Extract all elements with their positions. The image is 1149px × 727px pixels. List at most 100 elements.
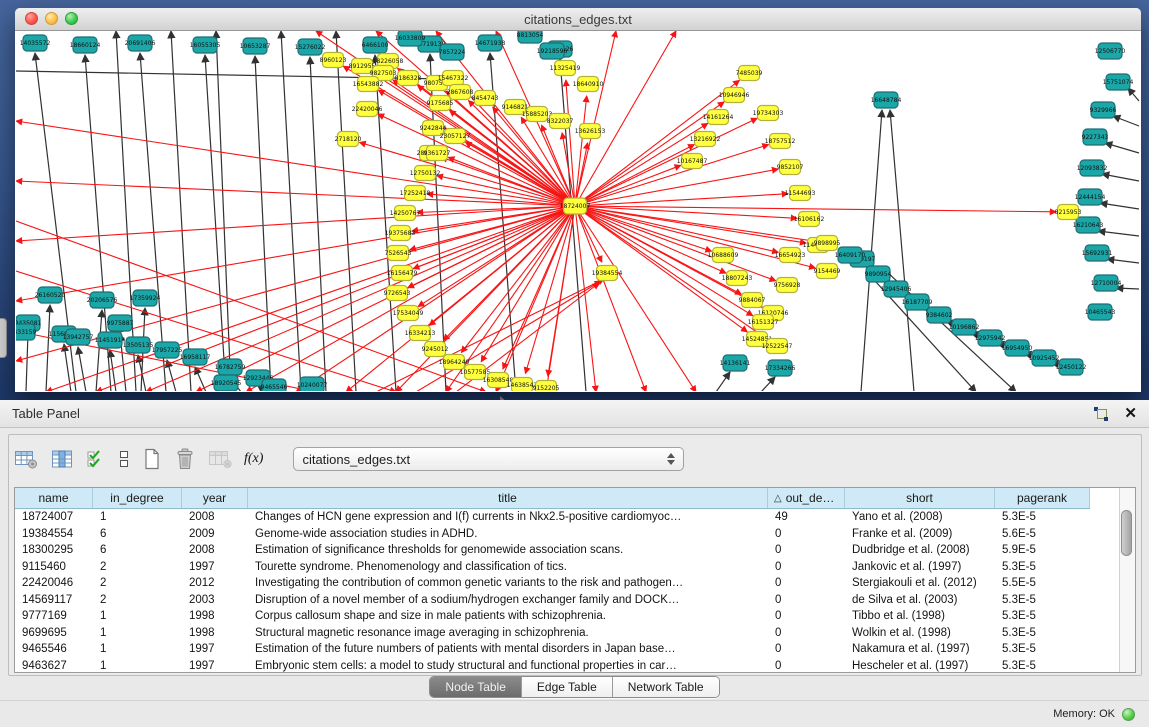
float-panel-icon[interactable] (1094, 407, 1108, 421)
graph-node-teal[interactable]: 16958117 (180, 349, 211, 365)
graph-node-teal[interactable]: 12710004 (1091, 275, 1122, 291)
select-rows-icon[interactable] (86, 449, 106, 469)
minimize-window-button[interactable] (45, 12, 58, 25)
graph-node-teal[interactable]: 16409170 (835, 247, 866, 263)
graph-node-yellow[interactable]: 18640910 (573, 77, 604, 92)
graph-node-teal[interactable]: 16055305 (190, 37, 221, 53)
graph-node-teal[interactable]: 20206576 (87, 292, 118, 308)
graph-node-teal[interactable]: 10196862 (949, 319, 980, 335)
graph-node-yellow[interactable]: 8215953 (1055, 205, 1082, 220)
graph-node-teal[interactable]: 15276022 (295, 39, 326, 55)
window-titlebar[interactable]: citations_edges.txt (15, 8, 1141, 31)
graph-edge[interactable] (761, 377, 775, 391)
graph-node-teal[interactable]: 9329966 (1090, 102, 1117, 118)
graph-node-teal[interactable]: 9465546 (261, 379, 288, 391)
column-header-title[interactable]: title (248, 488, 768, 508)
graph-node-teal[interactable]: 12093832 (1077, 160, 1108, 176)
graph-node-yellow[interactable]: 8960123 (320, 53, 347, 68)
column-header-pagerank[interactable]: pagerank (995, 488, 1090, 508)
graph-node-teal[interactable]: 16954950 (1002, 340, 1033, 356)
graph-edge[interactable] (46, 305, 50, 391)
graph-edge[interactable] (418, 206, 575, 307)
table-row[interactable]: 946554611997Estimation of the future num… (15, 641, 1135, 658)
graph-node-yellow[interactable]: 12522547 (762, 339, 793, 354)
graph-node-teal[interactable]: 13505135 (123, 337, 154, 353)
graph-node-yellow[interactable]: 2867608 (447, 85, 474, 100)
graph-node-teal[interactable]: 14035572 (20, 35, 51, 51)
table-row[interactable]: 1872400712008Changes of HCN gene express… (15, 509, 1135, 526)
graph-edge[interactable] (575, 206, 778, 252)
graph-node-teal[interactable]: 14671938 (475, 35, 506, 51)
graph-node-teal[interactable]: 9384602 (926, 307, 953, 323)
graph-node-teal[interactable]: 13942757 (63, 329, 94, 345)
graph-node-teal[interactable]: 15751074 (1103, 74, 1134, 90)
table-row[interactable]: 1938455462009Genome-wide association stu… (15, 526, 1135, 543)
graph-node-yellow[interactable]: 9898995 (814, 236, 841, 251)
table-row[interactable]: 977716911998Corpus callosum shape and si… (15, 608, 1135, 625)
graph-node-yellow[interactable]: 17534049 (393, 306, 424, 321)
graph-node-teal[interactable]: 8813054 (517, 31, 544, 43)
graph-node-teal[interactable]: 10465543 (1085, 304, 1116, 320)
graph-node-teal[interactable]: 26160520 (35, 287, 66, 303)
table-row[interactable]: 1456911722003Disruption of a novel membe… (15, 592, 1135, 609)
graph-node-yellow[interactable]: 11544693 (785, 186, 816, 201)
graph-edge[interactable] (1105, 143, 1139, 153)
graph-node-teal[interactable]: 9227343 (1082, 129, 1109, 145)
graph-node-yellow[interactable]: 9245012 (422, 342, 449, 357)
table-selector-dropdown[interactable]: citations_edges.txt (293, 447, 684, 471)
graph-edge[interactable] (96, 310, 102, 391)
graph-edge[interactable] (1116, 288, 1139, 289)
graph-edge[interactable] (281, 31, 301, 391)
graph-node-yellow[interactable]: 19734303 (753, 106, 784, 121)
graph-node-yellow[interactable]: 10167487 (677, 154, 708, 169)
graph-edge[interactable] (716, 372, 730, 391)
graph-node-yellow[interactable]: 9175685 (427, 96, 454, 111)
table-row[interactable]: 911546021997Tourette syndrome. Phenomeno… (15, 559, 1135, 576)
zoom-window-button[interactable] (65, 12, 78, 25)
graph-edge[interactable] (1098, 231, 1139, 236)
graph-node-yellow[interactable]: 18807243 (722, 271, 753, 286)
graph-node-yellow[interactable]: 14250767 (390, 206, 421, 221)
graph-hub-node[interactable]: 18724007 (560, 198, 591, 214)
graph-edge[interactable] (575, 206, 815, 241)
graph-node-yellow[interactable]: 17252418 (400, 186, 431, 201)
graph-node-yellow[interactable]: 11325419 (550, 61, 581, 76)
graph-edge[interactable] (890, 110, 914, 391)
column-header-short[interactable]: short (845, 488, 995, 508)
graph-node-teal[interactable]: 17957225 (152, 342, 183, 358)
graph-node-teal[interactable]: 9975887 (107, 315, 134, 331)
graph-node-teal[interactable]: 19218596 (537, 43, 568, 59)
graph-edge[interactable] (575, 165, 681, 206)
graph-node-yellow[interactable]: 9154469 (814, 264, 841, 279)
graph-node-yellow[interactable]: 7485039 (736, 66, 763, 81)
table-row[interactable]: 1830029562008Estimation of significance … (15, 542, 1135, 559)
graph-node-teal[interactable]: 20691406 (125, 35, 156, 51)
graph-edge[interactable] (444, 134, 575, 206)
graph-edge[interactable] (310, 57, 326, 391)
graph-node-teal[interactable]: 12444154 (1075, 189, 1106, 205)
graph-node-yellow[interactable]: 9361727 (424, 146, 451, 161)
graph-node-teal[interactable]: 7857224 (439, 44, 466, 60)
graph-node-teal[interactable]: 12450122 (1056, 359, 1087, 375)
graph-node-yellow[interactable]: 8454743 (472, 91, 499, 106)
graph-node-yellow[interactable]: 16106162 (794, 212, 825, 227)
graph-node-teal[interactable]: 17359924 (130, 290, 161, 306)
table-row[interactable]: 969969511998Structural magnetic resonanc… (15, 625, 1135, 642)
graph-node-teal[interactable]: 17334266 (765, 360, 796, 376)
graph-node-teal[interactable]: 11451914 (95, 332, 126, 348)
graph-node-teal[interactable]: 16648784 (871, 92, 902, 108)
graph-node-yellow[interactable]: 16156479 (387, 266, 418, 281)
graph-edge[interactable] (1128, 88, 1139, 101)
graph-node-teal[interactable]: 18920545 (211, 375, 242, 391)
graph-node-yellow[interactable]: 13626153 (575, 124, 606, 139)
graph-node-teal[interactable]: 12506770 (1095, 43, 1126, 59)
graph-edge[interactable] (548, 206, 575, 376)
graph-node-yellow[interactable]: 19384554 (592, 266, 623, 281)
graph-node-yellow[interactable]: 9726543 (384, 286, 411, 301)
graph-node-yellow[interactable]: 19375683 (385, 226, 416, 241)
graph-node-yellow[interactable]: 15467322 (438, 71, 469, 86)
graph-node-teal[interactable]: 9890954 (865, 266, 892, 282)
graph-node-yellow[interactable]: 9756928 (774, 278, 801, 293)
graph-node-yellow[interactable]: 14161264 (703, 110, 734, 125)
tab-node-table[interactable]: Node Table (430, 677, 522, 697)
